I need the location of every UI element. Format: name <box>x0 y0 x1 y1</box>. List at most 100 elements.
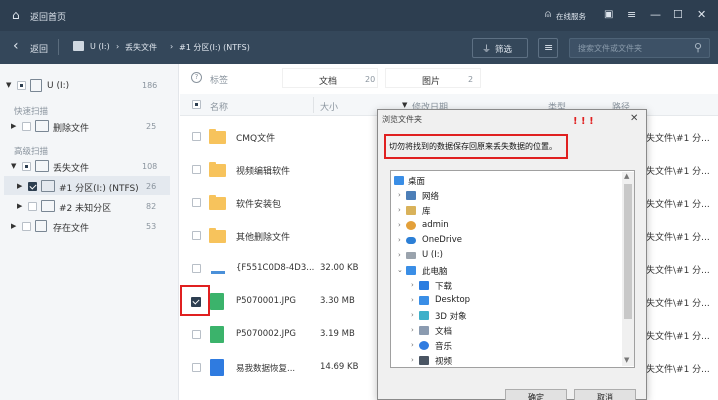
row-checkbox[interactable] <box>192 165 201 174</box>
tree-item-admin[interactable]: admin <box>422 220 449 230</box>
cancel-button[interactable]: 取消 <box>574 389 636 400</box>
expand-toggle-icon[interactable]: ▶ <box>17 202 22 210</box>
breadcrumb-lost-files[interactable]: 丢失文件 <box>125 42 157 53</box>
search-input[interactable]: 搜索文件或文件夹 ⚲ <box>569 38 710 58</box>
folder-tree[interactable]: 桌面 › 网络 › 库 › admin › OneDrive › U (I:) … <box>390 170 635 368</box>
scroll-down-icon[interactable]: ▼ <box>624 356 629 364</box>
breadcrumb-drive[interactable]: U (I:) <box>90 42 110 51</box>
filter-icon: ⏚ <box>482 45 492 55</box>
list-view-button[interactable]: ≡ <box>538 38 558 58</box>
sidebar-lost-label[interactable]: 丢失文件 <box>53 161 89 174</box>
row-checkbox[interactable] <box>192 363 201 372</box>
tree-item-this-pc[interactable]: 此电脑 <box>422 265 448 277</box>
filter-button[interactable]: ⏚ 筛选 <box>472 38 528 58</box>
sidebar-drive-label[interactable]: U (I:) <box>47 81 69 91</box>
cancel-label: 取消 <box>597 393 613 400</box>
title-bar: ⌂ 返回首页 ⍝ 在线服务 ▣ ≡ — ☐ ✕ <box>0 0 718 31</box>
sidebar-partition1-label: #1 分区(I:) (NTFS) <box>59 184 139 194</box>
row-path: 失文件\#1 分... <box>646 233 710 243</box>
tree-item-3d-objects[interactable]: 3D 对象 <box>435 310 467 322</box>
expand-toggle-icon[interactable]: ▶ <box>17 182 22 190</box>
expand-icon[interactable]: › <box>411 281 414 289</box>
row-checkbox[interactable] <box>192 330 201 339</box>
sidebar-deleted-label[interactable]: 删除文件 <box>53 121 89 134</box>
dialog-close-icon[interactable]: ✕ <box>630 113 638 124</box>
collapse-icon[interactable]: ⌄ <box>397 266 403 274</box>
tree-item-videos[interactable]: 视频 <box>435 355 452 367</box>
back-home-link[interactable]: 返回首页 <box>30 10 66 23</box>
maximize-icon[interactable]: ☐ <box>673 8 683 21</box>
sidebar-drive-count: 186 <box>142 81 158 90</box>
drive-icon <box>73 41 84 51</box>
tree-item-downloads[interactable]: 下载 <box>435 280 452 292</box>
tree-item-library[interactable]: 库 <box>422 205 431 217</box>
online-service-link[interactable]: 在线服务 <box>556 11 586 22</box>
minimize-icon[interactable]: — <box>650 8 661 21</box>
sidebar-existing-count: 53 <box>146 222 157 231</box>
ok-label: 确定 <box>528 393 544 400</box>
close-icon[interactable]: ✕ <box>697 8 706 21</box>
expand-icon[interactable]: › <box>411 311 414 319</box>
breadcrumb-partition[interactable]: #1 分区(I:) (NTFS) <box>179 42 250 53</box>
tree-item-music[interactable]: 音乐 <box>435 340 452 352</box>
column-name[interactable]: 名称 <box>210 100 228 113</box>
deleted-checkbox[interactable] <box>22 122 31 131</box>
row-checkbox[interactable] <box>192 198 201 207</box>
tags-label: 标签 <box>210 76 229 86</box>
tree-item-network[interactable]: 网络 <box>422 190 439 202</box>
expand-icon[interactable]: › <box>398 236 401 244</box>
usb-drive-icon <box>406 252 416 259</box>
tab-documents[interactable]: 文档 20 <box>282 68 378 88</box>
expand-toggle-icon[interactable]: ▶ <box>11 122 16 130</box>
row-checkbox[interactable] <box>192 132 201 141</box>
row-name: P5070002.JPG <box>236 329 296 339</box>
help-icon[interactable]: ? <box>191 72 202 83</box>
expand-toggle-icon[interactable]: ▼ <box>11 162 16 170</box>
row-checkbox[interactable] <box>191 297 201 307</box>
menu-icon[interactable]: ≡ <box>627 8 636 21</box>
ok-button[interactable]: 确定 <box>505 389 567 400</box>
expand-icon[interactable]: › <box>411 326 414 334</box>
sidebar-partition2-label[interactable]: #2 未知分区 <box>59 201 111 214</box>
folder-icon <box>209 162 226 177</box>
row-checkbox[interactable] <box>192 264 201 273</box>
row-checkbox[interactable] <box>192 231 201 240</box>
scroll-thumb[interactable] <box>624 184 632 319</box>
tree-item-drive-u[interactable]: U (I:) <box>422 250 443 260</box>
skin-icon[interactable]: ▣ <box>604 9 613 20</box>
expand-icon[interactable]: › <box>411 341 414 349</box>
back-button[interactable]: 返回 <box>30 42 48 55</box>
expand-icon[interactable]: › <box>398 221 401 229</box>
sidebar-existing-label[interactable]: 存在文件 <box>53 221 89 234</box>
back-arrow-icon[interactable]: ‹ <box>13 38 19 54</box>
partition1-checkbox[interactable] <box>28 182 37 191</box>
tree-scrollbar[interactable]: ▲ ▼ <box>622 172 634 366</box>
existing-checkbox[interactable] <box>22 222 31 231</box>
expand-toggle-icon[interactable]: ▼ <box>6 81 11 89</box>
expand-toggle-icon[interactable]: ▶ <box>11 222 16 230</box>
drive-checkbox[interactable] <box>17 81 26 90</box>
select-all-checkbox[interactable] <box>192 100 201 109</box>
service-icon[interactable]: ⍝ <box>545 9 551 20</box>
tab-documents-label: 文档 <box>319 77 338 87</box>
expand-icon[interactable]: › <box>411 356 414 364</box>
expand-icon[interactable]: › <box>398 191 401 199</box>
home-icon[interactable]: ⌂ <box>12 8 20 22</box>
sidebar-deleted-count: 25 <box>146 122 157 131</box>
sort-icon[interactable]: ▼ <box>402 101 407 109</box>
tree-item-desktop-folder[interactable]: Desktop <box>435 295 470 305</box>
scroll-up-icon[interactable]: ▲ <box>624 172 629 180</box>
expand-icon[interactable]: › <box>411 296 414 304</box>
sidebar-partition1-count: 26 <box>146 182 157 191</box>
folder-icon <box>209 228 226 243</box>
tree-item-onedrive[interactable]: OneDrive <box>422 235 462 245</box>
partition2-checkbox[interactable] <box>28 202 37 211</box>
tab-pictures[interactable]: 图片 2 <box>385 68 481 88</box>
expand-icon[interactable]: › <box>398 206 401 214</box>
expand-icon[interactable]: › <box>398 251 401 259</box>
tree-item-desktop[interactable]: 桌面 <box>408 175 425 187</box>
tree-item-documents[interactable]: 文档 <box>435 325 452 337</box>
lost-checkbox[interactable] <box>22 162 31 171</box>
row-path: 失文件\#1 分... <box>646 167 710 177</box>
column-size[interactable]: 大小 <box>320 100 338 113</box>
